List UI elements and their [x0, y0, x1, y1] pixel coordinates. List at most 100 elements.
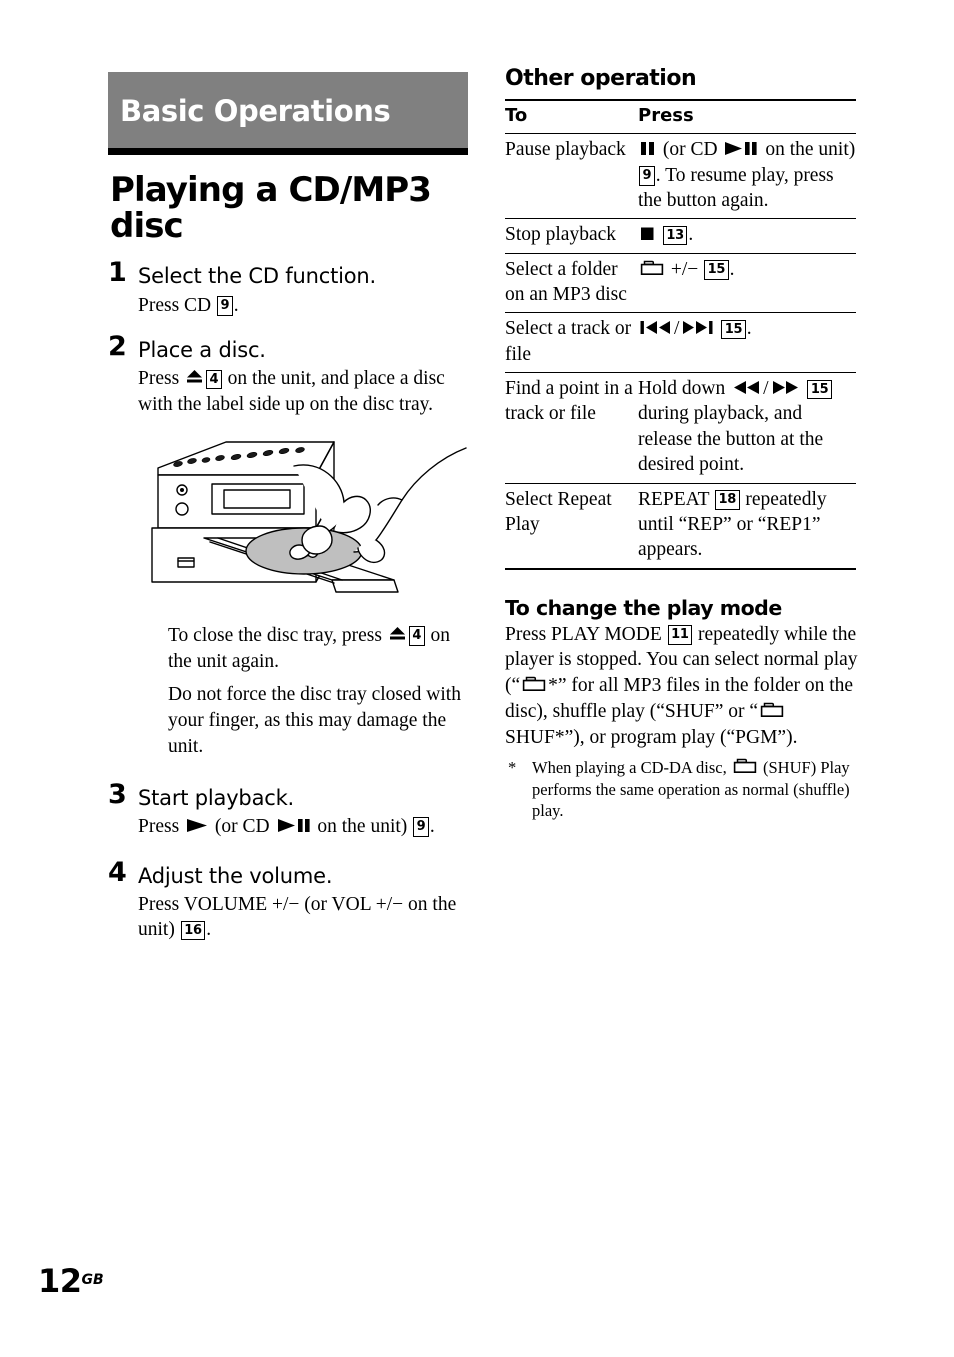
step-1-body: Press CD 9. [138, 293, 468, 319]
cell-press: (or CD on the unit) 9. To resume play, p… [638, 134, 856, 219]
cell-press: / 15. [638, 313, 856, 373]
inline-text: . [729, 258, 735, 280]
folder-icon [760, 701, 784, 718]
rewind-icon [732, 380, 761, 395]
step-1-body-post: . [233, 294, 239, 316]
play-pause-icon [277, 818, 311, 833]
key-badge-9: 9 [413, 817, 429, 837]
eject-icon [389, 626, 406, 642]
key-badge-18: 18 [715, 490, 740, 510]
step-3-body-end: . [429, 815, 435, 837]
inline-text: / [674, 318, 680, 340]
key-badge-15: 15 [704, 260, 729, 280]
inline-text: during playback, and release the button … [638, 403, 824, 476]
table-body: Pause playback (or CD on the unit) 9. To… [505, 134, 856, 569]
key-badge-4: 4 [408, 626, 425, 646]
key-badge-15: 15 [807, 379, 832, 400]
table-head: To Press [505, 100, 856, 134]
step-3-body-post: on the unit) [312, 815, 413, 837]
fast-forward-icon [771, 380, 800, 395]
page-number-value: 12 [38, 1262, 82, 1300]
footnote-marker: * [508, 758, 517, 778]
table-header-row: To Press [505, 100, 856, 134]
key-badge-11: 11 [667, 625, 693, 645]
play-mode-paragraph: Press PLAY MODE 11 repeatedly while the … [505, 622, 860, 752]
cell-press: 13. [638, 219, 856, 253]
close-tray-note-pre: To close the disc tray, press [168, 624, 387, 646]
other-operation-table: To Press Pause playback (or CD on the un… [505, 99, 856, 570]
do-not-force-note: Do not force the disc tray closed with y… [168, 684, 461, 757]
inline-text [802, 378, 807, 399]
folder-icon [733, 757, 757, 774]
inline-text: REPEAT [638, 488, 715, 510]
cell-to: Select a folder on an MP3 disc [505, 258, 627, 306]
folder-icon [640, 259, 664, 276]
step-4-number: 4 [108, 856, 127, 888]
folder-icon [522, 675, 546, 692]
key-badge-9: 9 [217, 296, 233, 316]
chapter-banner-title: Basic Operations [120, 94, 391, 128]
step-4: 4 Adjust the volume. Press VOLUME +/− (o… [108, 859, 468, 944]
inline-text: +/− [666, 258, 704, 280]
skip-back-icon [640, 320, 672, 335]
table-row: Select a track or file/ 15. [505, 313, 856, 373]
step-4-body: Press VOLUME +/− (or VOL +/− on the unit… [138, 892, 468, 943]
inline-text: SHUF*”), or program play (“PGM”). [505, 727, 798, 749]
chapter-rule [108, 148, 468, 155]
key-badge-9: 9 [639, 166, 655, 186]
disc-tray-illustration [144, 430, 468, 615]
manual-page: Basic Operations Playing a CD/MP3 disc 1… [0, 0, 954, 1357]
step-1-heading: Select the CD function. [138, 264, 376, 289]
step-1: 1 Select the CD function. Press CD 9. [108, 259, 468, 319]
inline-text: Hold down [638, 378, 731, 400]
step-4-heading: Adjust the volume. [138, 863, 333, 888]
key-badge-16: 16 [180, 920, 206, 941]
inline-text: on the unit) [760, 139, 856, 161]
inline-text [715, 318, 720, 339]
column-header-to: To [505, 105, 528, 126]
column-header-press: Press [638, 105, 694, 126]
step-3-number: 3 [108, 778, 127, 810]
table-row: Stop playback 13. [505, 219, 856, 254]
step-2: 2 Place a disc. Press 4 on the unit, and… [108, 333, 468, 759]
eject-icon [186, 369, 203, 385]
cell-press: +/− 15. [638, 253, 856, 313]
step-3: 3 Start playback. Press (or CD on the un… [108, 781, 468, 840]
skip-forward-icon [681, 320, 713, 335]
stop-icon [640, 226, 655, 241]
step-2-body-pre: Press [138, 368, 185, 390]
step-3-body-mid: (or CD [210, 815, 275, 837]
step-1-body-pre: Press CD [138, 294, 217, 316]
key-badge-4: 4 [206, 369, 222, 390]
pause-icon [640, 141, 656, 156]
page-number-suffix: GB [81, 1272, 104, 1288]
step-2-body: Press 4 on the unit, and place a disc wi… [138, 366, 468, 417]
inline-text: *” for all MP3 files in the folder on th… [505, 675, 854, 723]
play-mode-footnote: * When playing a CD-DA disc, (SHUF) Play… [505, 757, 860, 821]
close-tray-note: To close the disc tray, press 4 on the u… [168, 623, 468, 674]
step-2-number: 2 [108, 331, 127, 363]
cell-press: REPEAT 18 repeatedly until “REP” or “REP… [638, 483, 856, 569]
step-4-body-post: . [206, 919, 212, 941]
cell-to: Pause playback [505, 139, 626, 161]
inline-text: When playing a CD-DA disc, [532, 758, 731, 778]
key-badge-13: 13 [662, 225, 688, 246]
step-2-heading: Place a disc. [138, 338, 266, 363]
step-3-body: Press (or CD on the unit) 9. [138, 814, 468, 840]
table-row: Find a point in a track or file Hold down… [505, 373, 856, 484]
inline-text: . To resume play, press the button again… [638, 164, 834, 212]
table-row: Select Repeat Play REPEAT 18 repeatedly u… [505, 483, 856, 569]
inline-text [657, 224, 662, 245]
play-icon [186, 818, 208, 833]
inline-text: (or CD [658, 139, 723, 161]
step-1-number: 1 [108, 257, 127, 289]
cell-press: Hold down / 15 during playback, and rele… [638, 373, 856, 483]
play-mode-section: To change the play mode Press PLAY MODE … [505, 596, 860, 822]
left-column: Basic Operations Playing a CD/MP3 disc 1… [108, 72, 468, 943]
chapter-banner: Basic Operations [108, 72, 468, 148]
cell-to: Select Repeat Play [505, 488, 612, 535]
inline-text: Press PLAY MODE [505, 623, 667, 645]
inline-text: . [688, 224, 694, 246]
table-row: Select a folder on an MP3 disc +/− 15. [505, 253, 856, 313]
inline-text: / [763, 378, 769, 400]
